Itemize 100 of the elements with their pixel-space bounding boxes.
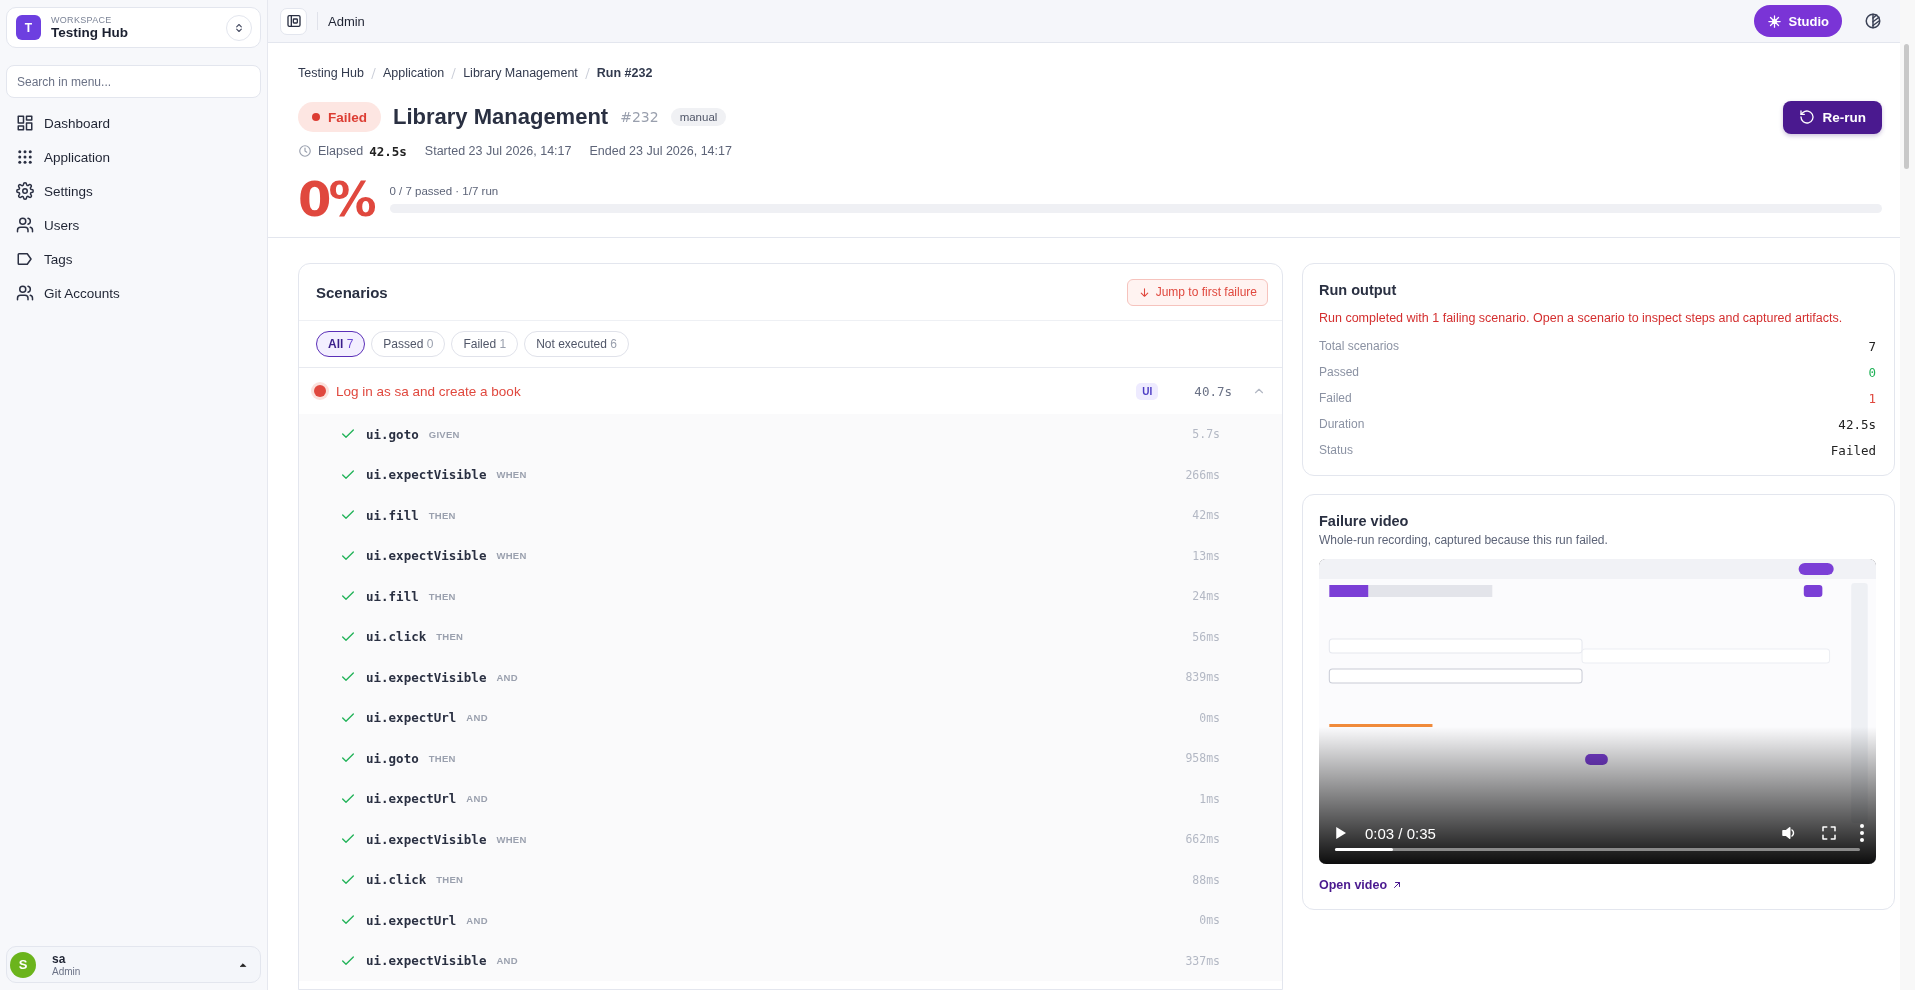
workspace-name: Testing Hub (51, 25, 129, 40)
step-duration: 56ms (1192, 629, 1220, 644)
more-icon (1860, 824, 1864, 842)
elapsed-value: 42.5s (369, 143, 407, 159)
elapsed-label: Elapsed (318, 144, 364, 158)
stat-value: 0 (1868, 364, 1876, 380)
step-action: ui.fill (366, 588, 419, 604)
step-duration: 337ms (1185, 953, 1220, 968)
rotate-icon (1798, 109, 1815, 125)
trigger-tag: manual (670, 108, 727, 126)
end-time: Ended 23 Jul 2026, 14:17 (589, 144, 732, 158)
fullscreen-icon (1820, 824, 1838, 842)
sidebar-item[interactable]: Settings (6, 174, 261, 208)
step-action: ui.click (366, 629, 427, 645)
filter-tab[interactable]: Not executed 6 (524, 331, 629, 357)
sidebar-item[interactable]: Git Accounts (6, 276, 261, 310)
step-keyword: THEN (436, 874, 464, 886)
scenario-row[interactable]: Log in as sa and create a book UI 40.7s (299, 368, 1282, 414)
rerun-button[interactable]: Re-run (1782, 100, 1882, 134)
step-duration: 42ms (1192, 508, 1220, 523)
breadcrumb-link[interactable]: Run #232 (596, 66, 653, 80)
user-menu[interactable]: S sa Admin (6, 946, 261, 983)
users-icon (16, 216, 34, 234)
step-keyword: AND (496, 955, 518, 967)
step-keyword: THEN (428, 590, 456, 602)
filter-tab[interactable]: Failed 1 (451, 331, 519, 357)
step-action: ui.expectVisible (366, 548, 487, 564)
step-keyword: THEN (436, 631, 464, 643)
filter-tab[interactable]: All 7 (316, 331, 366, 357)
theme-toggle-button[interactable] (1864, 12, 1882, 30)
step-action: ui.expectUrl (366, 710, 457, 726)
tag-icon (16, 250, 34, 268)
contrast-icon (1864, 12, 1882, 30)
step-keyword: AND (466, 914, 488, 926)
scrollbar[interactable] (1900, 0, 1915, 990)
step-keyword: THEN (428, 509, 456, 521)
step-keyword: AND (496, 671, 518, 683)
step-action: ui.expectUrl (366, 791, 457, 807)
step-action: ui.expectVisible (366, 669, 487, 685)
sidebar-item[interactable]: Dashboard (6, 106, 261, 140)
stat-label: Status (1319, 443, 1354, 457)
workspace-switcher[interactable]: T WORKSPACE Testing Hub (6, 7, 261, 48)
stat-label: Failed (1319, 391, 1352, 405)
status-badge: Failed (298, 102, 381, 132)
sidebar-item[interactable]: Application (6, 140, 261, 174)
sidebar-item[interactable]: Users (6, 208, 261, 242)
stat-label: Total scenarios (1319, 339, 1400, 353)
studio-button[interactable]: Studio (1753, 5, 1842, 37)
step-action: ui.expectVisible (366, 953, 487, 969)
step-action: ui.goto (366, 750, 419, 766)
jump-button[interactable]: Jump to first failure (1126, 278, 1268, 306)
stat-label: Duration (1319, 417, 1365, 431)
step-keyword: WHEN (496, 833, 527, 845)
card-title: Failure video (1319, 513, 1410, 529)
dashboard-icon (16, 114, 34, 132)
workspace-avatar: T (16, 15, 41, 40)
step-action: ui.click (366, 872, 427, 888)
user-role: Admin (52, 966, 82, 977)
step-keyword: WHEN (496, 469, 527, 481)
stat-value: Failed (1830, 442, 1876, 458)
step-keyword: THEN (428, 752, 456, 764)
step-duration: 0ms (1199, 710, 1220, 725)
breadcrumb-link[interactable]: Application (383, 66, 445, 80)
step-duration: 266ms (1185, 467, 1220, 482)
step-duration: 24ms (1192, 589, 1220, 604)
scenario-duration: 40.7s (1194, 383, 1232, 399)
video-progress-bar[interactable] (1335, 848, 1860, 851)
step-keyword: AND (466, 712, 488, 724)
result-message: Run completed with 1 failing scenario. Open a scenario to inspect steps and captured artifacts. (1319, 311, 1844, 325)
breadcrumb-link[interactable]: Library Management (463, 66, 578, 80)
step-duration: 958ms (1185, 751, 1220, 766)
pass-percentage: 0% (298, 173, 374, 225)
open-video-link[interactable]: Open video (1319, 878, 1404, 892)
stat-value: 7 (1868, 338, 1876, 354)
step-action: ui.fill (366, 507, 419, 523)
progress-summary: 0 / 7 passed · 1/7 run (389, 185, 500, 197)
step-duration: 13ms (1192, 548, 1220, 563)
sidebar-item[interactable]: Tags (6, 242, 261, 276)
grid-icon (16, 148, 34, 166)
run-title: Library Management (393, 104, 609, 130)
filter-tab[interactable]: Passed 0 (371, 331, 446, 357)
users-icon (16, 284, 34, 302)
scenario-name: Log in as sa and create a book (336, 383, 522, 399)
page-title: Admin (328, 13, 365, 29)
settings-icon (16, 182, 34, 200)
step-duration: 5.7s (1192, 427, 1220, 442)
breadcrumb-link[interactable]: Testing Hub (298, 66, 364, 80)
step-duration: 1ms (1199, 791, 1220, 806)
step-action: ui.expectVisible (366, 831, 487, 847)
step-action: ui.goto (366, 426, 419, 442)
step-keyword: AND (466, 793, 488, 805)
card-subtitle: Whole-run recording, captured because this run failed. (1319, 533, 1609, 547)
sidebar-toggle-button[interactable] (280, 7, 307, 35)
user-avatar: S (10, 951, 36, 978)
user-name: sa (52, 952, 67, 966)
step-duration: 839ms (1185, 670, 1220, 685)
step-action: ui.expectUrl (366, 912, 457, 928)
search-field[interactable]: Search in menu... (6, 65, 261, 98)
step-duration: 662ms (1185, 832, 1220, 847)
step-action: ui.expectVisible (366, 467, 487, 483)
